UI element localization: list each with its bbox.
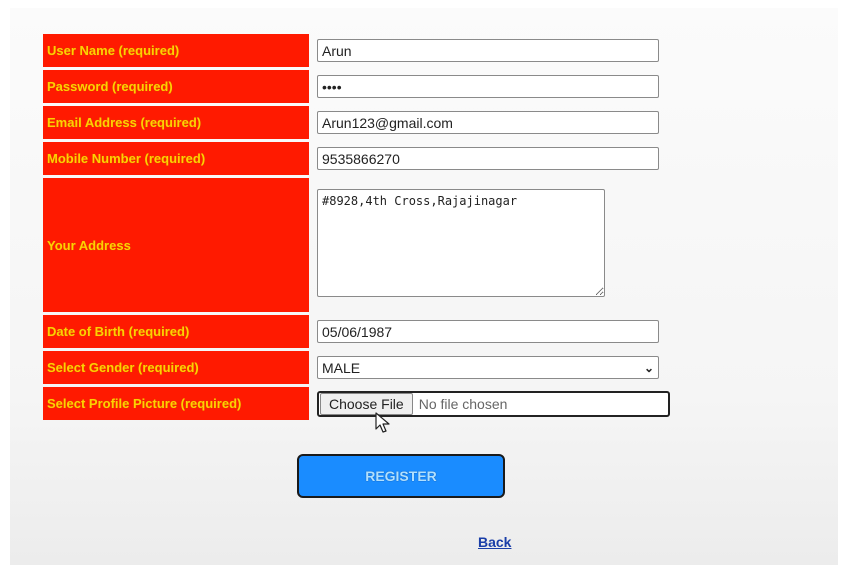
form-row-address: Your Address #8928,4th Cross,Rajajinagar <box>43 178 670 312</box>
profile-picture-file-input[interactable]: Choose File No file chosen <box>317 390 670 417</box>
form-row-dob: Date of Birth (required) <box>43 315 670 348</box>
register-button[interactable]: REGISTER <box>297 454 505 498</box>
mobile-input[interactable] <box>317 147 659 170</box>
email-input[interactable] <box>317 111 659 134</box>
gender-label: Select Gender (required) <box>43 351 309 384</box>
form-row-picture: Select Profile Picture (required) Choose… <box>43 387 670 420</box>
chevron-down-icon: ⌄ <box>643 360 654 375</box>
mouse-pointer-icon <box>375 412 390 433</box>
form-row-username: User Name (required) <box>43 34 670 67</box>
address-textarea[interactable]: #8928,4th Cross,Rajajinagar <box>317 188 605 297</box>
file-status-text: No file chosen <box>418 395 508 412</box>
form-row-email: Email Address (required) <box>43 106 670 139</box>
address-label: Your Address <box>43 178 309 312</box>
gender-select[interactable]: MALE ⌄ <box>317 356 659 379</box>
username-input[interactable] <box>317 39 659 62</box>
choose-file-button[interactable]: Choose File <box>320 392 413 415</box>
email-label: Email Address (required) <box>43 106 309 139</box>
form-row-password: Password (required) <box>43 70 670 103</box>
dob-label: Date of Birth (required) <box>43 315 309 348</box>
back-link[interactable]: Back <box>478 534 511 550</box>
form-row-gender: Select Gender (required) MALE ⌄ <box>43 351 670 384</box>
password-label: Password (required) <box>43 70 309 103</box>
registration-form: User Name (required) Password (required)… <box>43 31 670 423</box>
form-row-mobile: Mobile Number (required) <box>43 142 670 175</box>
mobile-label: Mobile Number (required) <box>43 142 309 175</box>
dob-input[interactable] <box>317 320 659 343</box>
gender-select-value: MALE <box>322 359 361 376</box>
picture-label: Select Profile Picture (required) <box>43 387 309 420</box>
password-input[interactable] <box>317 75 659 98</box>
username-label: User Name (required) <box>43 34 309 67</box>
